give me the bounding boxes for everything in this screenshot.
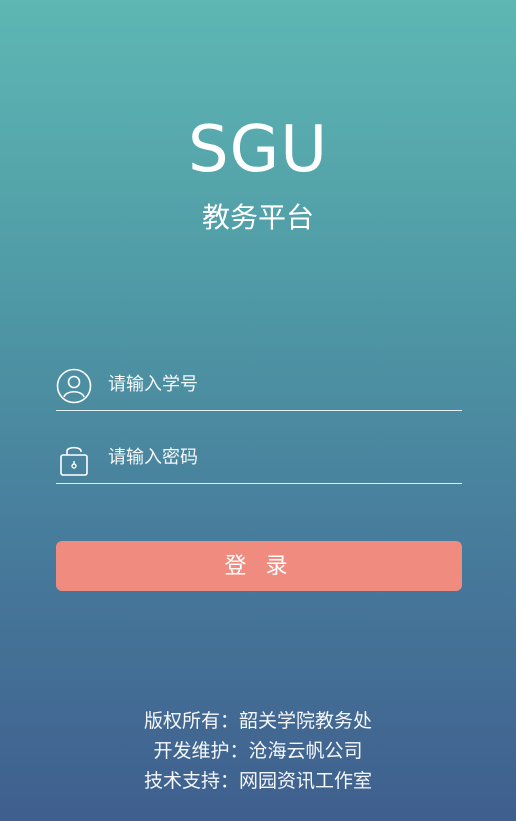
footer-copyright: 版权所有：韶关学院教务处 [143, 710, 372, 732]
app-subtitle: 教务平台 [201, 201, 314, 234]
footer-support: 技术支持：网园资讯工作室 [143, 770, 372, 792]
login-button[interactable]: 登 录 [56, 541, 462, 591]
user-icon [56, 368, 92, 404]
footer-maintainer: 开发维护：沧海云帆公司 [153, 740, 363, 762]
password-input[interactable] [108, 439, 448, 475]
student-id-field[interactable] [56, 360, 462, 411]
password-field[interactable] [56, 433, 462, 484]
app-logo: SGU [187, 113, 329, 187]
student-id-input[interactable] [108, 366, 448, 402]
login-screen: SGU 教务平台 登 录 版权所有：韶关学院教务处 开发维护：沧海云帆公司 技术… [0, 0, 516, 821]
lock-icon [60, 446, 88, 476]
